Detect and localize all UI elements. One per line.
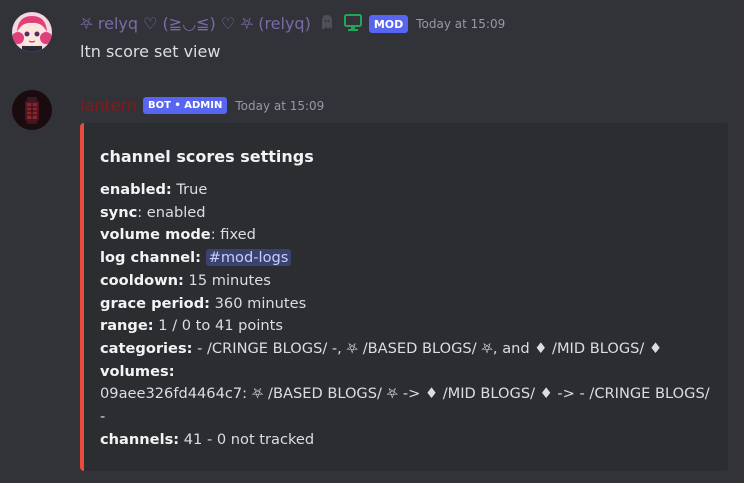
field-volumes-label: volumes:	[100, 362, 175, 380]
timestamp[interactable]: Today at 15:09	[235, 99, 324, 113]
channel-mention[interactable]: #mod-logs	[205, 249, 292, 267]
embed: channel scores settings enabled: True sy…	[80, 123, 728, 471]
desktop-icon	[343, 12, 363, 36]
field-grace-period: grace period: 360 minutes	[100, 294, 307, 312]
timestamp[interactable]: Today at 15:09	[416, 17, 505, 31]
avatar[interactable]	[12, 12, 52, 52]
role-badge-mod[interactable]: MOD	[368, 15, 409, 33]
field-cooldown: cooldown: 15 minutes	[100, 271, 271, 289]
bot-admin-badge[interactable]: BOT • ADMIN	[142, 97, 228, 114]
field-sync: sync: enabled	[100, 203, 206, 221]
bot-avatar[interactable]	[12, 90, 52, 130]
message-header: lantern BOT • ADMIN Today at 15:09	[80, 96, 324, 115]
embed-title: channel scores settings	[100, 147, 314, 166]
field-categories: categories: - /CRINGE BLOGS/ -, ⛧ /BASED…	[100, 339, 663, 357]
field-log-channel: log channel: #mod-logs	[100, 247, 710, 270]
author-name[interactable]: ⛧ relyq ♡ (≧◡≦) ♡ ⛧ (relyq)	[80, 14, 311, 34]
author-name[interactable]: lantern	[80, 96, 137, 115]
field-volumes-value: 09aee326fd4464c7: ⛧ /BASED BLOGS/ ⛧ -> ♦…	[100, 385, 710, 426]
embed-description: enabled: True sync: enabled volume mode:…	[100, 179, 710, 451]
message-header: ⛧ relyq ♡ (≧◡≦) ♡ ⛧ (relyq) MOD Today at…	[80, 12, 505, 36]
field-volume-mode: volume mode: fixed	[100, 226, 256, 244]
field-range: range: 1 / 0 to 41 points	[100, 317, 283, 335]
ghost-icon	[317, 12, 337, 36]
message-relyq: ⛧ relyq ♡ (≧◡≦) ♡ ⛧ (relyq) MOD Today at…	[0, 0, 744, 80]
field-enabled: enabled: True	[100, 181, 208, 198]
message-content: ltn score set view	[80, 42, 221, 61]
field-channels: channels: 41 - 0 not tracked	[100, 430, 315, 448]
